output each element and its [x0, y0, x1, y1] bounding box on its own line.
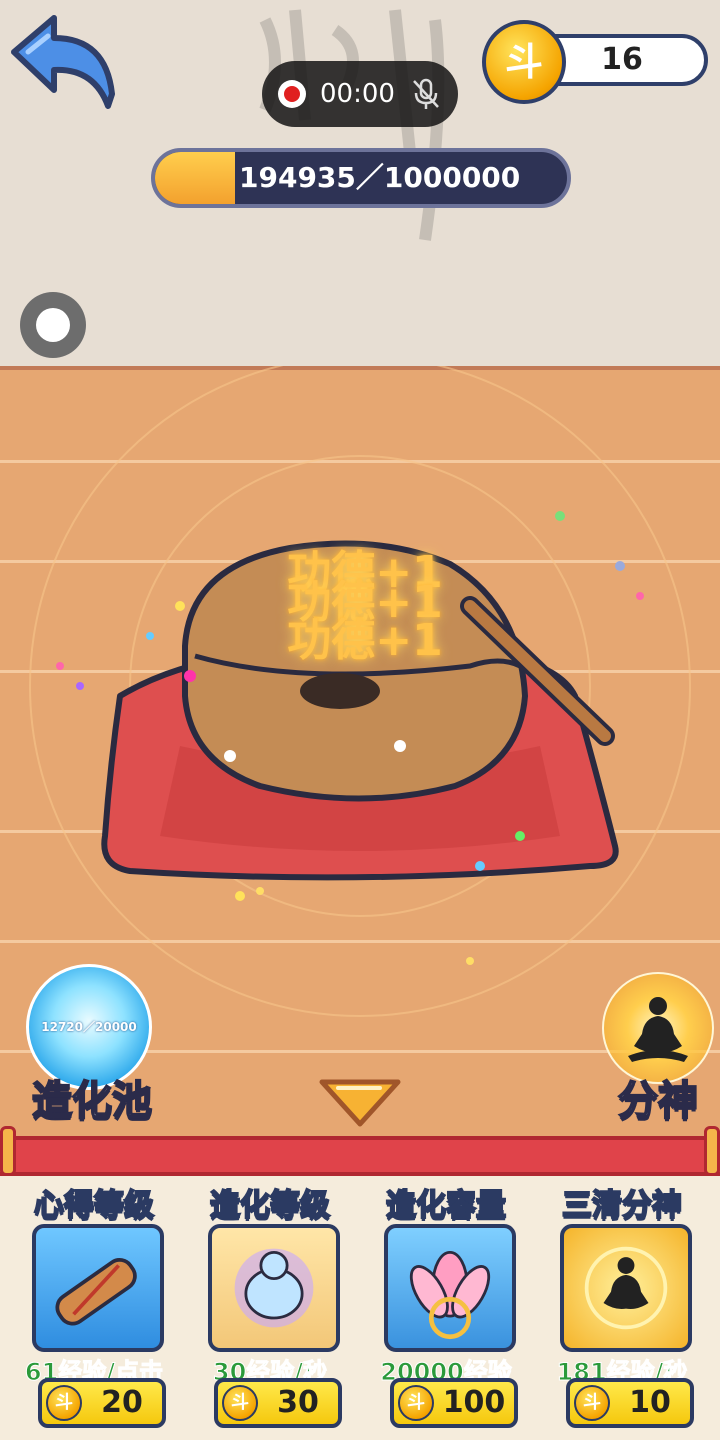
meditation-icon — [560, 1224, 692, 1352]
upgrade-card-insight-level: 心得等级 61经验/点击 斗 20 — [6, 1180, 182, 1436]
banner-cap-right — [704, 1126, 720, 1176]
coin-icon: 斗 — [482, 20, 566, 104]
upgrade-card-creation-capacity: 造化容量 20000经验 斗 100 — [358, 1180, 534, 1436]
buy-price: 20 — [101, 1385, 143, 1420]
coin-icon: 斗 — [46, 1385, 82, 1421]
card-title: 造化容量 — [385, 1187, 507, 1224]
red-banner — [0, 1136, 720, 1176]
buy-button[interactable]: 斗 30 — [214, 1378, 342, 1428]
split-spirit-button[interactable]: 分神 — [596, 972, 720, 1128]
card-title: 心得等级 — [33, 1187, 155, 1224]
lotus-icon — [384, 1224, 516, 1352]
chevron-down-icon[interactable] — [316, 1074, 404, 1130]
buy-price: 30 — [277, 1385, 319, 1420]
coin-balance-value: 16 — [601, 42, 643, 77]
scroll-icon — [32, 1224, 164, 1352]
screen-recording-indicator[interactable]: 00:00 — [262, 61, 458, 127]
merit-progress-fill — [155, 152, 236, 204]
merit-progress-bar: 194935／1000000 — [151, 148, 571, 208]
buy-price: 10 — [629, 1385, 671, 1420]
coin-symbol: 斗 — [231, 1392, 249, 1413]
merit-progress-text: 194935／1000000 — [239, 161, 521, 194]
coin-symbol: 斗 — [55, 1392, 73, 1413]
recording-time: 00:00 — [320, 79, 395, 109]
coin-icon: 斗 — [398, 1385, 434, 1421]
gourd-icon — [208, 1224, 340, 1352]
buy-price: 100 — [442, 1385, 506, 1420]
card-title: 造化等级 — [209, 1187, 331, 1224]
merit-popup: 功德+1 — [287, 615, 443, 666]
buy-button[interactable]: 斗 10 — [566, 1378, 694, 1428]
back-arrow-icon[interactable] — [8, 14, 118, 110]
banner-cap-left — [0, 1126, 16, 1176]
coin-symbol: 斗 — [504, 40, 543, 84]
mic-muted-icon[interactable] — [410, 77, 442, 111]
coin-icon: 斗 — [574, 1385, 610, 1421]
coin-balance: 16 斗 — [482, 20, 712, 104]
coin-symbol: 斗 — [407, 1392, 425, 1413]
buy-button[interactable]: 斗 100 — [390, 1378, 518, 1428]
calligraphy-watermark — [259, 9, 445, 241]
pool-label: 造化池 — [31, 1077, 153, 1125]
card-title: 三清分神 — [561, 1187, 683, 1224]
upgrade-card-creation-level: 造化等级 30经验/秒 斗 30 — [182, 1180, 358, 1436]
assistive-touch-button[interactable] — [20, 292, 86, 358]
coin-icon: 斗 — [222, 1385, 258, 1421]
record-icon — [278, 80, 306, 108]
meditation-icon — [628, 997, 688, 1062]
creation-pool-button[interactable]: 12720／20000 造化池 — [22, 964, 162, 1125]
pool-value: 12720／20000 — [41, 1020, 137, 1034]
split-label: 分神 — [617, 1077, 699, 1125]
coin-symbol: 斗 — [583, 1392, 601, 1413]
upgrade-card-sanqing-split: 三清分神 181经验/秒 斗 10 — [534, 1180, 710, 1436]
buy-button[interactable]: 斗 20 — [38, 1378, 166, 1428]
